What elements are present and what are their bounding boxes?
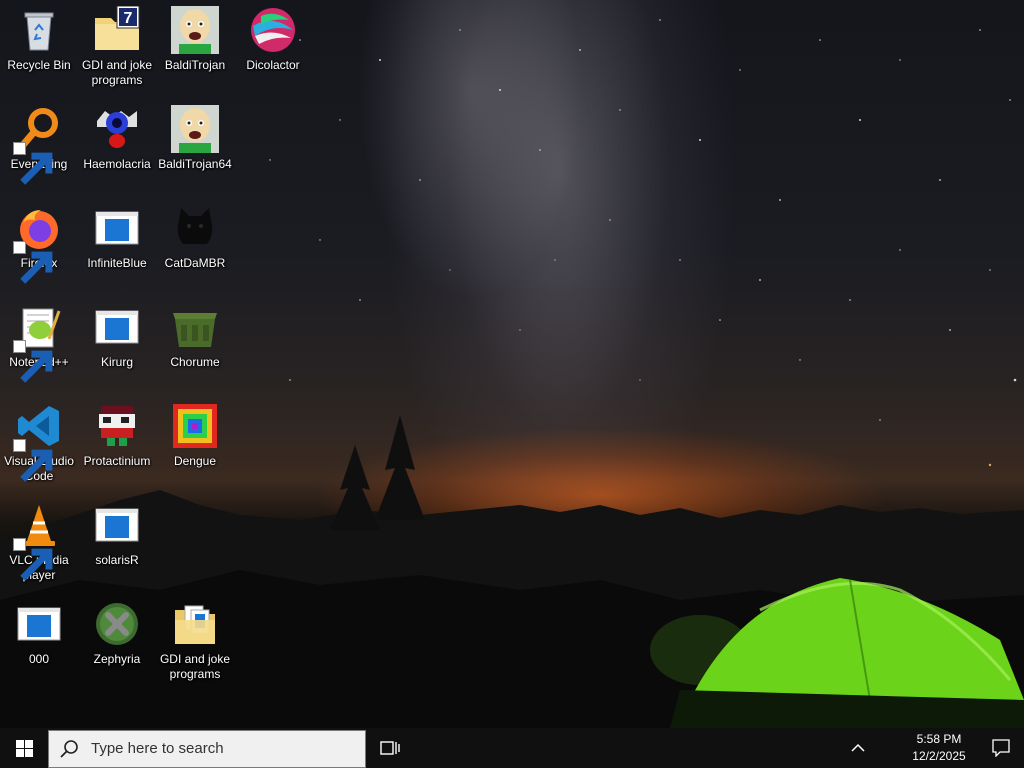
notification-icon — [992, 739, 1010, 757]
desktop-icon-protactinium[interactable]: Protactinium — [78, 396, 156, 469]
desktop-icon-balditrojan64[interactable]: BaldiTrojan64 — [156, 99, 234, 172]
desktop-icon-label: solarisR — [95, 553, 139, 567]
app-window-icon — [93, 501, 141, 549]
notepad-plus-plus-icon — [13, 303, 63, 383]
app-window-icon — [93, 303, 141, 351]
clock-time: 5:58 PM — [916, 732, 962, 746]
desktop-icon-label: Dengue — [173, 454, 217, 468]
windows-logo-icon — [15, 739, 33, 757]
taskbar — [0, 728, 1024, 768]
dumpster-icon — [171, 303, 219, 351]
desktop-icon-label: 000 — [28, 652, 50, 666]
app-window-icon — [93, 204, 141, 252]
start-button[interactable] — [0, 728, 48, 768]
desktop-icon-label: Protactinium — [83, 454, 151, 468]
swirl-sphere-icon — [249, 6, 297, 54]
desktop-icon-label: Recycle Bin — [7, 58, 71, 72]
desktop-icon-vscode[interactable]: Visual Studio Code — [0, 396, 78, 484]
baldi-face-icon — [171, 105, 219, 153]
desktop-icon-dicolactor[interactable]: Dicolactor — [234, 0, 312, 73]
desktop-icon-label: Dicolactor — [246, 58, 300, 72]
rainbow-square-icon — [171, 402, 219, 450]
desktop-icon-gdi-joke-programs[interactable]: 7 GDI and joke programs — [78, 0, 156, 88]
desktop-icon-catdambr[interactable]: CatDaMBR — [156, 198, 234, 271]
shortcut-arrow-icon — [13, 241, 53, 284]
desktop-icon-haemolacria[interactable]: Haemolacria — [78, 99, 156, 172]
desktop-icon-kirurg[interactable]: Kirurg — [78, 297, 156, 370]
black-cat-icon — [171, 204, 219, 252]
firefox-icon — [13, 204, 63, 284]
green-x-icon — [93, 600, 141, 648]
folder-files-icon — [171, 600, 219, 648]
shortcut-arrow-icon — [13, 340, 53, 383]
task-view-icon — [380, 741, 400, 755]
desktop-icon-label: GDI and joke programs — [81, 58, 153, 87]
taskbar-search-box[interactable] — [48, 729, 366, 768]
desktop-icon-firefox[interactable]: Firefox — [0, 198, 78, 284]
desktop-icon-label: Zephyria — [93, 652, 141, 666]
desktop-icon-label: GDI and joke programs — [159, 652, 231, 681]
app-window-icon — [15, 600, 63, 648]
desktop-icon-chorume[interactable]: Chorume — [156, 297, 234, 370]
desktop-icon-label: Kirurg — [100, 355, 133, 369]
desktop-icon-label: InfiniteBlue — [87, 256, 147, 270]
shortcut-arrow-icon — [13, 439, 53, 482]
desktop-icon-000[interactable]: 000 — [0, 594, 78, 667]
action-center-button[interactable] — [978, 728, 1024, 768]
magnifier-icon — [13, 105, 63, 185]
desktop-icon-label: CatDaMBR — [164, 256, 226, 270]
taskbar-clock[interactable]: 5:58 PM 12/2/2025 — [900, 731, 978, 767]
desktop-icon-label: BaldiTrojan — [164, 58, 226, 72]
chevron-up-icon — [851, 743, 865, 752]
svg-text:7: 7 — [124, 10, 133, 27]
desktop-icon-label: BaldiTrojan64 — [158, 157, 232, 171]
desktop-icon-dengue[interactable]: Dengue — [156, 396, 234, 469]
recycle-bin-icon — [15, 6, 63, 54]
desktop-icon-solarisr[interactable]: solarisR — [78, 495, 156, 568]
show-hidden-icons-button[interactable] — [846, 728, 870, 768]
folder-icon: 7 — [93, 6, 141, 54]
search-input[interactable] — [89, 739, 353, 758]
clock-date: 12/2/2025 — [912, 749, 966, 763]
search-icon — [60, 739, 78, 758]
vscode-icon — [13, 402, 63, 482]
desktop-icon-gdi-joke-programs-2[interactable]: GDI and joke programs — [156, 594, 234, 682]
task-view-button[interactable] — [366, 728, 414, 768]
pixel-character-icon — [93, 402, 141, 450]
desktop-icon-zephyria[interactable]: Zephyria — [78, 594, 156, 667]
shortcut-arrow-icon — [13, 142, 53, 185]
baldi-face-icon — [171, 6, 219, 54]
desktop-icon-everything[interactable]: Everything — [0, 99, 78, 185]
desktop-icon-notepad-plus-plus[interactable]: Notepad++ — [0, 297, 78, 383]
desktop-icon-vlc[interactable]: VLC media player — [0, 495, 78, 583]
desktop-icon-infiniteblue[interactable]: InfiniteBlue — [78, 198, 156, 271]
desktop-icon-recycle-bin[interactable]: Recycle Bin — [0, 0, 78, 73]
desktop-icon-balditrojan[interactable]: BaldiTrojan — [156, 0, 234, 73]
eye-creature-icon — [93, 105, 141, 153]
vlc-cone-icon — [13, 501, 63, 581]
shortcut-arrow-icon — [13, 538, 53, 581]
desktop-icon-label: Chorume — [170, 355, 220, 369]
desktop-icon-label: Haemolacria — [83, 157, 151, 171]
